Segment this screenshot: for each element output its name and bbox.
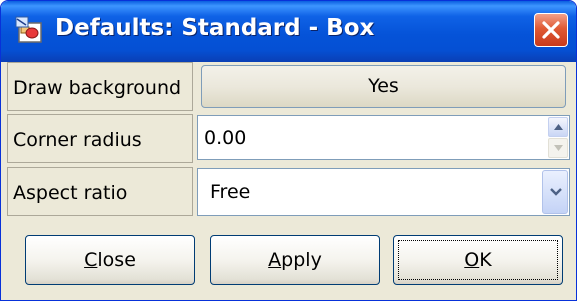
close-button[interactable]: Close — [25, 235, 195, 285]
chevron-down-icon — [550, 188, 562, 196]
aspect-ratio-combo[interactable]: Free — [197, 168, 570, 216]
spinner-buttons — [548, 117, 568, 158]
property-grid: Draw background Yes Corner radius 0.00 A… — [7, 62, 570, 216]
property-row-draw-background: Draw background Yes — [7, 62, 570, 111]
apply-button[interactable]: Apply — [210, 235, 380, 285]
corner-radius-input[interactable] — [198, 116, 545, 159]
spinner-down-button[interactable] — [548, 138, 568, 158]
property-row-aspect-ratio: Aspect ratio Free — [7, 167, 570, 216]
property-label: Draw background — [13, 77, 182, 99]
close-x-icon — [542, 21, 560, 39]
arrow-down-icon — [554, 145, 563, 151]
property-label-cell: Aspect ratio — [7, 167, 193, 216]
property-row-corner-radius: Corner radius — [7, 114, 570, 163]
close-window-button[interactable] — [534, 13, 568, 47]
combo-selected-value: Free — [210, 181, 251, 203]
property-label: Aspect ratio — [13, 182, 128, 204]
spinner-up-button[interactable] — [548, 117, 568, 137]
mnemonic-letter: C — [84, 249, 98, 271]
arrow-up-icon — [554, 124, 563, 130]
property-label-cell: Draw background — [7, 62, 193, 111]
ok-button[interactable]: OK — [393, 235, 563, 285]
draw-background-toggle[interactable]: Yes — [201, 65, 566, 108]
mnemonic-letter: O — [464, 249, 480, 271]
dialog-body: Draw background Yes Corner radius 0.00 A… — [7, 62, 570, 296]
button-label-post: K — [479, 249, 492, 271]
property-label-cell: Corner radius — [7, 114, 193, 163]
property-label: Corner radius — [13, 129, 142, 151]
corner-radius-spinner — [197, 115, 570, 160]
title-bar[interactable]: Defaults: Standard - Box — [1, 1, 576, 62]
app-icon — [15, 15, 43, 45]
combo-dropdown-button[interactable] — [542, 170, 568, 214]
button-label-post: lose — [97, 249, 136, 271]
dialog-window: Defaults: Standard - Box Draw background… — [0, 0, 577, 301]
mnemonic-letter: A — [268, 249, 282, 271]
button-label-post: pply — [281, 249, 322, 271]
window-title: Defaults: Standard - Box — [55, 15, 375, 41]
